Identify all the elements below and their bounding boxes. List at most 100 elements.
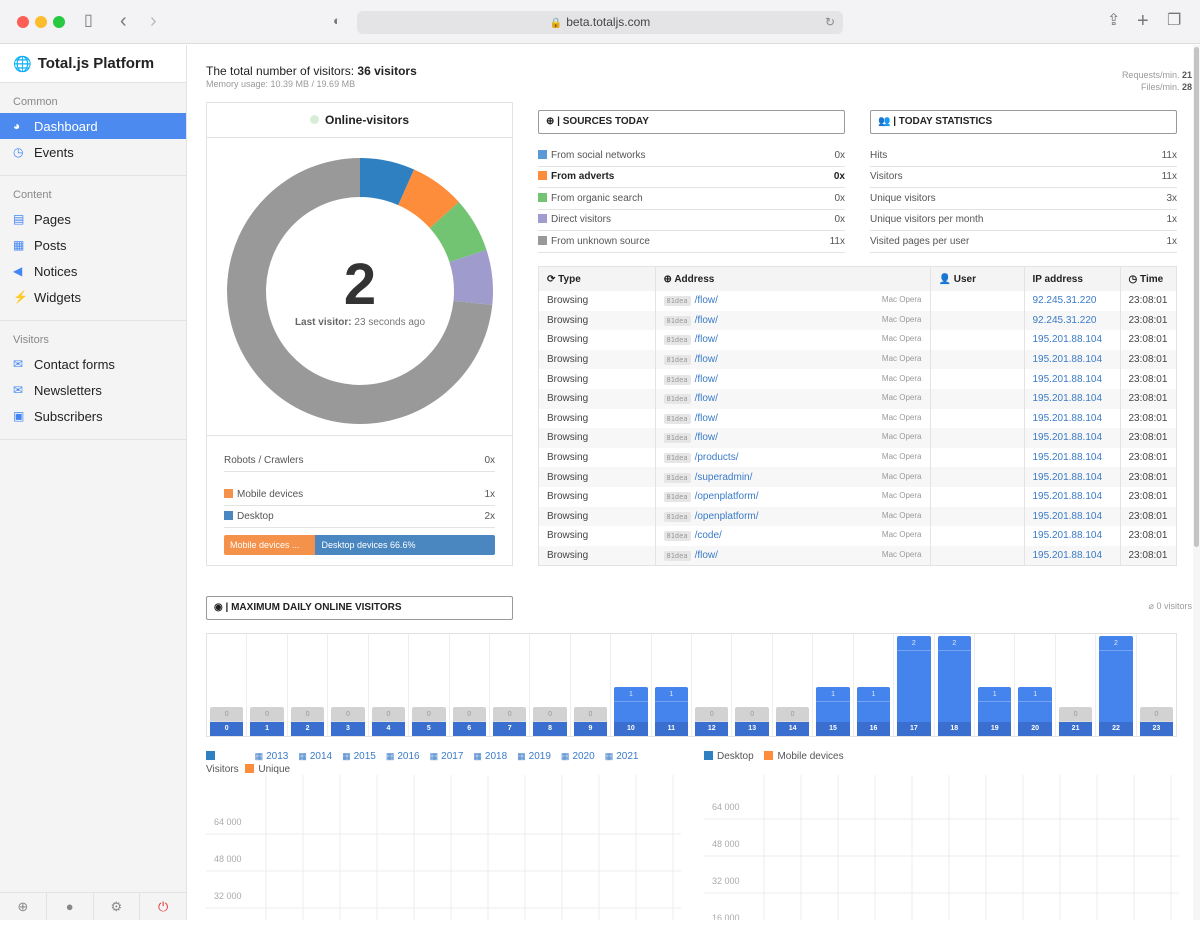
sidebar-toggle-icon[interactable]: ▯ [84,11,93,31]
new-tab-icon[interactable]: + [1137,11,1149,31]
ip-link[interactable]: 195.201.88.104 [1033,432,1103,443]
sidebar-item-contact-forms[interactable]: ✉ Contact forms [0,351,186,377]
column-type[interactable]: ⟳ Type [539,267,656,291]
ip-link[interactable]: 195.201.88.104 [1033,374,1103,385]
table-row[interactable]: Browsing 81dea/products/Mac Opera 195.20… [539,447,1176,468]
visit-ip[interactable]: 195.201.88.104 [1024,447,1121,468]
table-row[interactable]: Browsing 81dea/flow/Mac Opera 195.201.88… [539,369,1176,389]
table-row[interactable]: Browsing 81dea/openplatform/Mac Opera 19… [539,486,1176,507]
ip-link[interactable]: 195.201.88.104 [1033,550,1103,561]
hour-bar[interactable]: 1 19 [978,687,1012,736]
sidebar-item-events[interactable]: ◷ Events [0,139,186,165]
hour-bar[interactable]: 0 21 [1058,707,1093,736]
table-row[interactable]: Browsing 81dea/flow/Mac Opera 92.245.31.… [539,310,1176,331]
hour-bar[interactable]: 07 [492,707,527,736]
visit-ip[interactable]: 195.201.88.104 [1024,486,1121,507]
year-2017[interactable]: ▦ 2017 [430,751,464,762]
scrollbar-thumb[interactable] [1194,47,1199,547]
visit-ip[interactable]: 195.201.88.104 [1024,467,1121,487]
year-2019[interactable]: ▦ 2019 [517,751,551,762]
ip-link[interactable]: 92.245.31.220 [1033,315,1097,326]
visit-ip[interactable]: 195.201.88.104 [1024,506,1121,527]
hour-bar[interactable]: 00 [210,707,244,736]
visit-ip[interactable]: 92.245.31.220 [1024,310,1121,331]
column-ip[interactable]: IP address [1024,267,1121,291]
visit-ip[interactable]: 195.201.88.104 [1024,349,1121,370]
hour-bar[interactable]: 05 [412,707,446,736]
visit-path-link[interactable]: /flow/ [695,550,718,561]
sidebar-item-subscribers[interactable]: ▣ Subscribers [0,403,186,429]
table-row[interactable]: Browsing 81dea/flow/Mac Opera 195.201.88… [539,545,1176,566]
table-row[interactable]: Browsing 81dea/superadmin/Mac Opera 195.… [539,467,1176,487]
visit-path-link[interactable]: /flow/ [695,334,718,345]
page-scrollbar[interactable] [1193,45,1200,920]
hour-bar[interactable]: 01 [250,707,284,736]
shield-icon[interactable]: ◐ [333,11,341,31]
table-row[interactable]: Browsing 81dea/flow/Mac Opera 195.201.88… [539,388,1176,409]
hour-bar[interactable]: 2 18 [937,636,972,736]
ip-link[interactable]: 195.201.88.104 [1033,530,1103,541]
hour-bar[interactable]: 1 16 [856,687,891,736]
power-icon[interactable]: ⏻ [140,893,186,920]
visit-ip[interactable]: 195.201.88.104 [1024,369,1121,389]
year-2020[interactable]: ▦ 2020 [561,751,595,762]
table-row[interactable]: Browsing 81dea/flow/Mac Opera 195.201.88… [539,408,1176,429]
hour-bar[interactable]: 1 20 [1018,687,1052,736]
tabs-overview-icon[interactable]: ❐ [1167,11,1181,31]
hour-bar[interactable]: 04 [371,707,406,736]
visit-ip[interactable]: 195.201.88.104 [1024,408,1121,429]
year-2015[interactable]: ▦ 2015 [342,751,376,762]
visit-ip[interactable]: 195.201.88.104 [1024,388,1121,409]
visit-path-link[interactable]: /flow/ [695,374,718,385]
back-icon[interactable]: ‹ [120,11,127,31]
hour-bar[interactable]: 0 13 [735,707,769,736]
hour-bar[interactable]: 0 23 [1139,707,1174,736]
column-user[interactable]: 👤 User [930,267,1025,291]
ip-link[interactable]: 195.201.88.104 [1033,452,1103,463]
visit-ip[interactable]: 195.201.88.104 [1024,526,1121,546]
hour-bar[interactable]: 0 12 [695,707,729,736]
sidebar-item-posts[interactable]: ▦ Posts [0,232,186,258]
visit-ip[interactable]: 195.201.88.104 [1024,428,1121,448]
close-window-button[interactable] [17,16,29,28]
brand[interactable]: 🌐 Total.js Platform [0,45,186,83]
table-row[interactable]: Browsing 81dea/flow/Mac Opera 195.201.88… [539,330,1176,350]
visit-path-link[interactable]: /flow/ [695,432,718,443]
year-2014[interactable]: ▦ 2014 [298,751,332,762]
gear-icon[interactable]: ⚙ [94,893,141,920]
visit-path-link[interactable]: /products/ [695,452,739,463]
hour-bar[interactable]: 06 [452,707,486,736]
sidebar-item-widgets[interactable]: ⚡ Widgets [0,284,186,310]
ip-link[interactable]: 92.245.31.220 [1033,295,1097,306]
visit-ip[interactable]: 195.201.88.104 [1024,330,1121,350]
column-address[interactable]: ⊕ Address [655,267,931,291]
visit-path-link[interactable]: /flow/ [695,354,718,365]
visit-path-link[interactable]: /code/ [695,530,722,541]
maximize-window-button[interactable] [53,16,65,28]
visit-path-link[interactable]: /flow/ [695,315,718,326]
hour-bar[interactable]: 2 22 [1099,636,1133,736]
minimize-window-button[interactable] [35,16,47,28]
ip-link[interactable]: 195.201.88.104 [1033,393,1103,404]
visit-path-link[interactable]: /flow/ [695,295,718,306]
visit-path-link[interactable]: /flow/ [695,393,718,404]
hour-bar[interactable]: 1 10 [614,687,648,736]
forward-icon[interactable]: › [150,11,157,31]
globe-icon[interactable]: ⊕ [0,893,47,920]
table-row[interactable]: Browsing 81dea/flow/Mac Opera 195.201.88… [539,428,1176,448]
year-2021[interactable]: ▦ 2021 [605,751,639,762]
table-row[interactable]: Browsing 81dea/flow/Mac Opera 195.201.88… [539,349,1176,370]
sidebar-item-dashboard[interactable]: ◕ Dashboard [0,113,186,139]
ip-link[interactable]: 195.201.88.104 [1033,511,1103,522]
reload-icon[interactable]: ↻ [825,11,835,34]
column-time[interactable]: ◷ Time [1120,267,1176,291]
share-icon[interactable]: ⇪ [1107,11,1120,31]
hour-bar[interactable]: 02 [290,707,325,736]
visit-path-link[interactable]: /flow/ [695,413,718,424]
visit-ip[interactable]: 195.201.88.104 [1024,545,1121,566]
visit-path-link[interactable]: /superadmin/ [695,472,753,483]
visit-ip[interactable]: 92.245.31.220 [1024,291,1121,311]
hour-bar[interactable]: 0 14 [775,707,810,736]
table-row[interactable]: Browsing 81dea/openplatform/Mac Opera 19… [539,506,1176,527]
ip-link[interactable]: 195.201.88.104 [1033,413,1103,424]
